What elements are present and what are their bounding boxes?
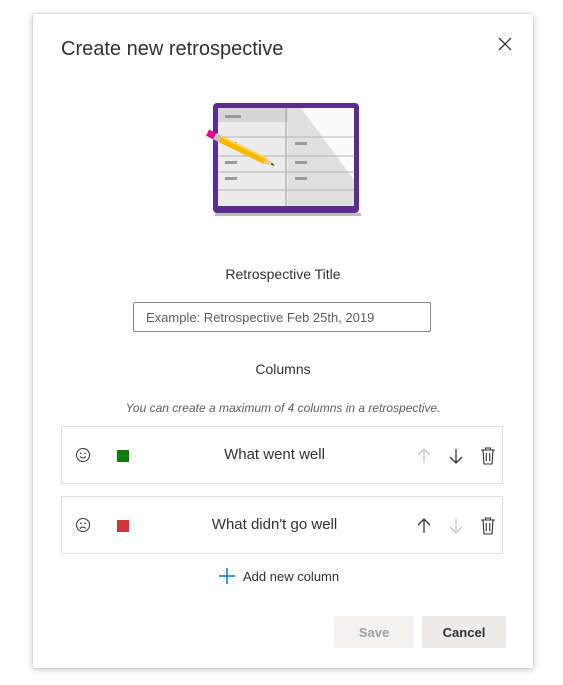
cancel-button[interactable]: Cancel xyxy=(422,616,506,648)
arrow-down-icon[interactable] xyxy=(447,446,465,466)
column-name-input[interactable] xyxy=(167,446,382,463)
add-new-column-button[interactable]: Add new column xyxy=(218,566,339,586)
columns-limit-hint: You can create a maximum of 4 columns in… xyxy=(125,401,441,415)
smile-icon[interactable] xyxy=(74,446,92,464)
retrospective-title-label: Retrospective Title xyxy=(225,266,341,282)
dialog-title: Create new retrospective xyxy=(61,38,284,60)
column-color-swatch[interactable] xyxy=(117,520,129,532)
close-icon[interactable] xyxy=(493,32,517,56)
column-row xyxy=(61,426,503,484)
arrow-up-icon[interactable] xyxy=(415,516,433,536)
column-color-swatch[interactable] xyxy=(117,450,129,462)
trash-icon[interactable] xyxy=(480,516,496,536)
arrow-up-icon[interactable] xyxy=(415,446,433,466)
save-button[interactable]: Save xyxy=(334,616,414,648)
add-new-column-label: Add new column xyxy=(243,568,340,584)
column-name-input[interactable] xyxy=(167,516,382,533)
plus-icon xyxy=(219,568,235,584)
frown-icon[interactable] xyxy=(74,516,92,534)
arrow-down-icon[interactable] xyxy=(447,516,465,536)
column-row xyxy=(61,496,503,554)
trash-icon[interactable] xyxy=(480,446,496,466)
retrospective-board-illustration xyxy=(206,103,361,216)
create-retrospective-dialog: Create new retrospective Retrospective T… xyxy=(33,14,533,668)
retrospective-title-input[interactable] xyxy=(133,302,431,332)
columns-label: Columns xyxy=(255,361,311,377)
